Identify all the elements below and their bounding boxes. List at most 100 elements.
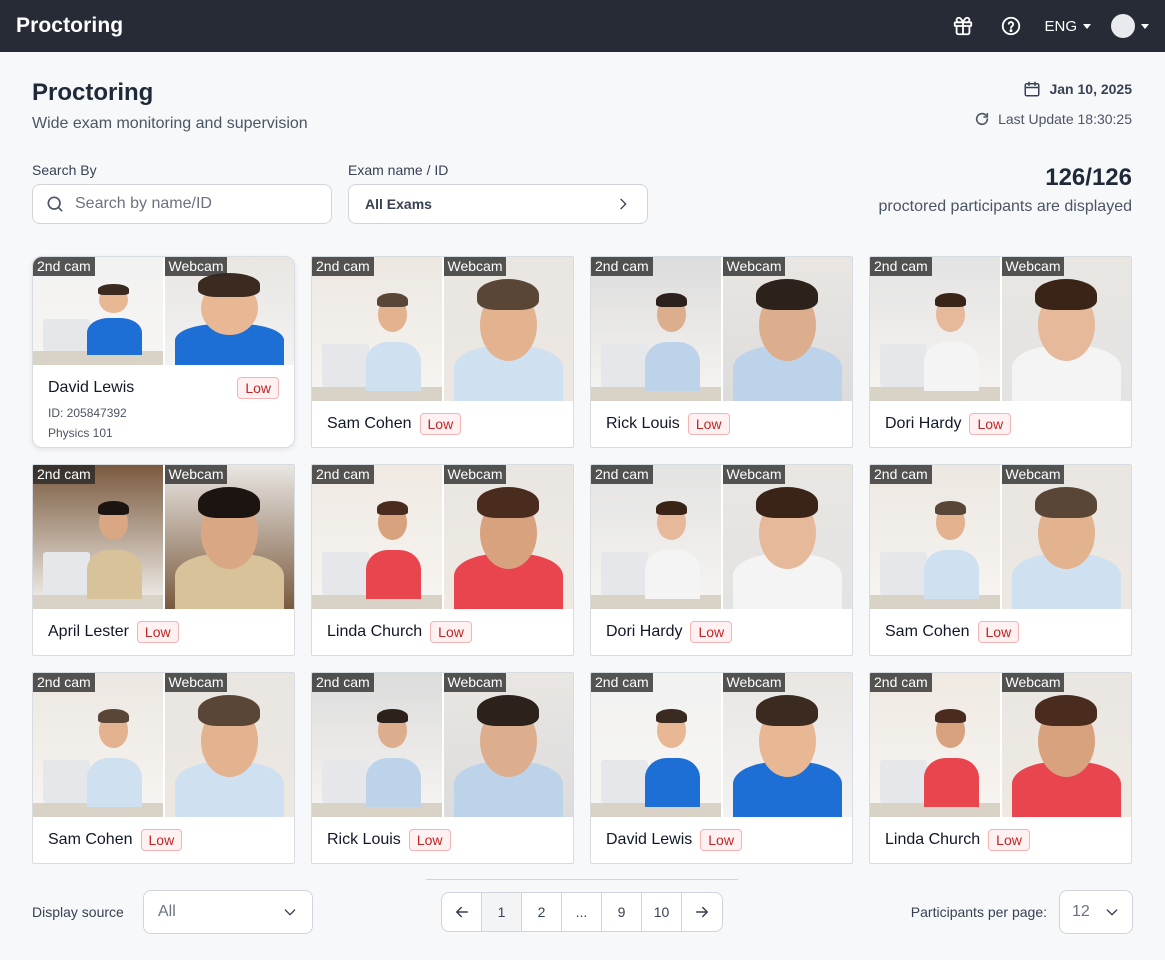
- card-footer: Dori Hardy Low: [870, 401, 1131, 447]
- exam-label: Exam name / ID: [348, 162, 449, 178]
- person-torso: [366, 758, 421, 807]
- person-hair: [97, 284, 129, 295]
- participant-card[interactable]: 2nd cam Webcam Sam Cohen Low: [869, 464, 1132, 656]
- participant-card[interactable]: 2nd cam Webcam Dori Hardy Low: [590, 464, 853, 656]
- webcam-feed[interactable]: Webcam: [162, 465, 294, 609]
- second-cam-feed[interactable]: 2nd cam: [33, 257, 163, 365]
- webcam-feed[interactable]: Webcam: [441, 673, 573, 817]
- second-cam-feed[interactable]: 2nd cam: [312, 673, 442, 817]
- participant-card[interactable]: 2nd cam Webcam Linda Church Low: [869, 672, 1132, 864]
- refresh-icon[interactable]: [974, 111, 990, 127]
- exam-select[interactable]: All Exams: [348, 184, 648, 224]
- risk-badge: Low: [430, 621, 472, 643]
- participant-card[interactable]: 2nd cam Webcam Sam Cohen Low: [311, 256, 574, 448]
- webcam-feed[interactable]: Webcam: [999, 257, 1131, 401]
- participant-name: Linda Church: [885, 831, 981, 848]
- webcam-feed[interactable]: Webcam: [720, 257, 852, 401]
- page-button[interactable]: 2: [522, 893, 562, 931]
- laptop: [601, 759, 648, 803]
- person-hair: [477, 278, 540, 311]
- second-cam-feed[interactable]: 2nd cam: [33, 465, 163, 609]
- participant-name: April Lester: [48, 623, 129, 640]
- webcam-label: Webcam: [1001, 465, 1065, 484]
- display-source-value: All: [158, 903, 176, 920]
- participant-id: ID: 205847392: [48, 406, 127, 420]
- second-cam-feed[interactable]: 2nd cam: [312, 465, 442, 609]
- person-hair: [198, 694, 261, 727]
- person-hair: [934, 293, 966, 308]
- participant-card[interactable]: 2nd cam Webcam Rick Louis Low: [590, 256, 853, 448]
- participant-card[interactable]: 2nd cam Webcam April Lester Low: [32, 464, 295, 656]
- participant-name: Dori Hardy: [885, 415, 962, 432]
- card-details: David Lewis Low ID: 205847392 Physics 101: [33, 365, 294, 440]
- webcam-feed[interactable]: Webcam: [999, 673, 1131, 817]
- calendar-icon: [1024, 81, 1040, 97]
- display-source-select[interactable]: All: [143, 890, 313, 934]
- page-button[interactable]: 9: [602, 893, 642, 931]
- webcam-label: Webcam: [1001, 673, 1065, 692]
- webcam-feed[interactable]: Webcam: [720, 673, 852, 817]
- person-torso: [645, 758, 700, 807]
- participant-card[interactable]: 2nd cam Webcam Rick Louis Low: [311, 672, 574, 864]
- webcam-feed[interactable]: Webcam: [162, 257, 294, 365]
- risk-badge: Low: [969, 413, 1012, 435]
- second-cam-label: 2nd cam: [312, 257, 374, 276]
- participant-card[interactable]: 2nd cam Webcam Dori Hardy Low: [869, 256, 1132, 448]
- webcam-label: Webcam: [164, 257, 228, 276]
- user-menu[interactable]: [1111, 14, 1149, 38]
- participant-card[interactable]: 2nd cam Webcam Linda Church Low: [311, 464, 574, 656]
- search-box[interactable]: [32, 184, 332, 224]
- risk-badge: Low: [237, 377, 279, 399]
- webcam-label: Webcam: [443, 465, 507, 484]
- language-label: ENG: [1044, 17, 1077, 35]
- second-cam-feed[interactable]: 2nd cam: [591, 465, 721, 609]
- second-cam-feed[interactable]: 2nd cam: [870, 673, 1000, 817]
- page-button[interactable]: 10: [642, 893, 682, 931]
- card-footer: Rick Louis Low: [312, 817, 573, 863]
- person-hair: [756, 486, 819, 519]
- camera-feeds: 2nd cam Webcam: [33, 465, 294, 609]
- language-selector[interactable]: ENG: [1044, 18, 1091, 35]
- webcam-label: Webcam: [722, 673, 786, 692]
- participant-card[interactable]: 2nd cam Webcam David Lewis Low: [590, 672, 853, 864]
- risk-badge: Low: [700, 829, 742, 851]
- camera-feeds: 2nd cam Webcam: [312, 673, 573, 817]
- webcam-feed[interactable]: Webcam: [441, 465, 573, 609]
- second-cam-label: 2nd cam: [870, 257, 932, 276]
- prev-page-button[interactable]: [442, 893, 482, 931]
- caret-down-icon: [1141, 23, 1149, 29]
- second-cam-feed[interactable]: 2nd cam: [591, 673, 721, 817]
- webcam-feed[interactable]: Webcam: [162, 673, 294, 817]
- participant-card[interactable]: 2nd cam Webcam David Lewis Low ID: 205847392…: [32, 256, 295, 448]
- person-torso: [87, 758, 142, 807]
- second-cam-feed[interactable]: 2nd cam: [591, 257, 721, 401]
- brand-logo[interactable]: Proctoring: [16, 14, 123, 38]
- laptop: [601, 551, 648, 595]
- laptop: [43, 318, 90, 351]
- webcam-label: Webcam: [164, 465, 228, 484]
- camera-feeds: 2nd cam Webcam: [33, 673, 294, 817]
- page-button[interactable]: 1: [482, 893, 522, 931]
- second-cam-feed[interactable]: 2nd cam: [870, 465, 1000, 609]
- webcam-feed[interactable]: Webcam: [999, 465, 1131, 609]
- arrow-left-icon: [455, 906, 468, 918]
- webcam-feed[interactable]: Webcam: [441, 257, 573, 401]
- camera-feeds: 2nd cam Webcam: [591, 673, 852, 817]
- date-display: Jan 10, 2025: [1023, 80, 1132, 98]
- search-input[interactable]: [75, 195, 315, 213]
- participant-card[interactable]: 2nd cam Webcam Sam Cohen Low: [32, 672, 295, 864]
- arrow-right-icon: [696, 906, 708, 918]
- chevron-down-icon: [284, 909, 296, 916]
- per-page-select[interactable]: 12: [1059, 890, 1133, 934]
- webcam-label: Webcam: [722, 465, 786, 484]
- second-cam-label: 2nd cam: [33, 257, 95, 276]
- second-cam-feed[interactable]: 2nd cam: [870, 257, 1000, 401]
- card-footer: Dori Hardy Low: [591, 609, 852, 655]
- next-page-button[interactable]: [682, 893, 722, 931]
- webcam-feed[interactable]: Webcam: [720, 465, 852, 609]
- gift-icon[interactable]: [952, 15, 974, 37]
- help-icon[interactable]: [1000, 15, 1022, 37]
- second-cam-feed[interactable]: 2nd cam: [312, 257, 442, 401]
- second-cam-feed[interactable]: 2nd cam: [33, 673, 163, 817]
- page-subtitle: Wide exam monitoring and supervision: [32, 115, 308, 132]
